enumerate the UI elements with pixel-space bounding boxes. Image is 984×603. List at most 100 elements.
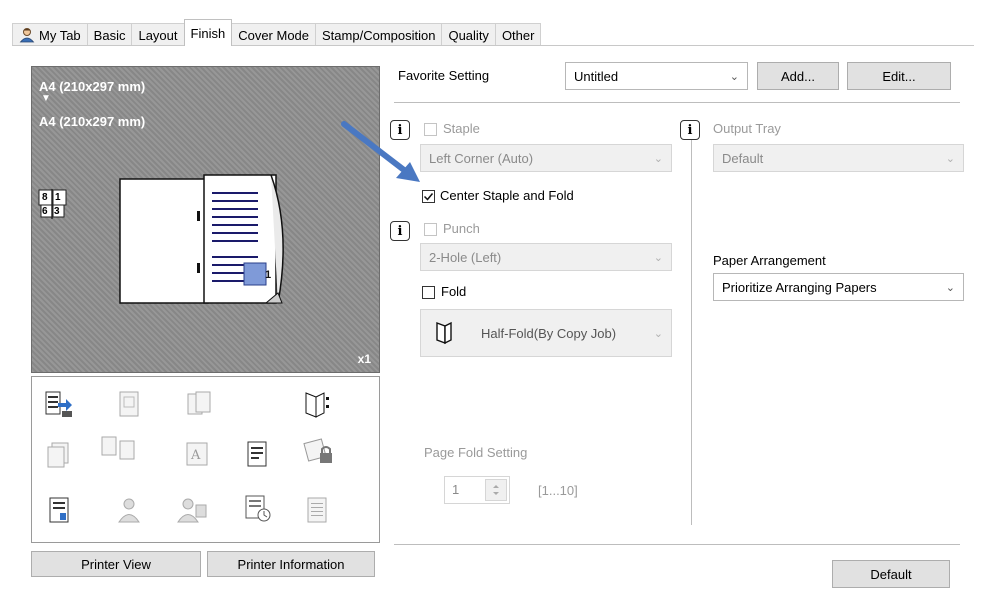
add-label: Add... — [781, 68, 815, 84]
tab-layout[interactable]: Layout — [131, 23, 185, 46]
copies-count: x1 — [357, 352, 371, 366]
chevron-down-icon: ⌄ — [653, 328, 663, 340]
chevron-down-icon: ⌄ — [945, 282, 955, 294]
edit-favorite-button[interactable]: Edit... — [847, 62, 951, 90]
page-fold-stepper[interactable]: 1 — [444, 476, 510, 504]
secure-print-icon[interactable] — [302, 437, 336, 467]
punch-label: Punch — [443, 221, 480, 236]
default-label: Default — [870, 566, 912, 582]
multi-page-icon[interactable] — [100, 435, 140, 465]
fold-label: Fold — [441, 284, 467, 299]
column-separator — [691, 138, 692, 525]
punch-info-icon[interactable]: i — [390, 221, 410, 241]
tab-quality[interactable]: Quality — [441, 23, 496, 46]
default-button[interactable]: Default — [832, 560, 950, 588]
tab-stamp-composition[interactable]: Stamp/Composition — [315, 23, 443, 46]
staple-value: Left Corner (Auto) — [429, 150, 534, 166]
tab-cover-mode[interactable]: Cover Mode — [231, 23, 317, 46]
fold-book-icon[interactable] — [302, 389, 332, 419]
info-glyph: i — [397, 223, 403, 239]
stacked-pages-icon[interactable] — [302, 495, 332, 525]
output-tray-value: Default — [722, 150, 764, 166]
tab-label: Stamp/Composition — [322, 27, 436, 43]
printer-view-label: Printer View — [81, 556, 151, 572]
document-setting-icon[interactable] — [242, 439, 272, 469]
copy-icon[interactable] — [44, 439, 74, 469]
favorite-setting-value: Untitled — [574, 68, 619, 84]
info-glyph: i — [397, 122, 403, 138]
tab-divider — [12, 45, 974, 46]
center-staple-checkbox[interactable] — [422, 190, 435, 203]
paper-size-bottom: A4 (210x297 mm) — [39, 114, 146, 129]
up-down-arrow-icon — [493, 485, 499, 495]
printer-view-button[interactable]: Printer View — [31, 551, 201, 577]
checkmark-icon — [423, 193, 434, 201]
punch-select[interactable]: 2-Hole (Left) ⌄ — [420, 243, 672, 271]
tab-label: My Tab — [39, 27, 81, 43]
paper-arrangement-value: Prioritize Arranging Papers — [722, 279, 877, 295]
fold-select[interactable]: Half-Fold(By Copy Job) ⌄ — [420, 309, 672, 357]
fold-value: Half-Fold(By Copy Job) — [481, 325, 617, 341]
text-overlay-icon[interactable]: A — [184, 439, 214, 469]
favorite-setting-select[interactable]: Untitled ⌄ — [565, 62, 748, 90]
staple-select[interactable]: Left Corner (Auto) ⌄ — [420, 144, 672, 172]
page-number: 1 — [55, 192, 61, 203]
staple-info-icon[interactable]: i — [390, 120, 410, 140]
tab-basic[interactable]: Basic — [86, 23, 133, 46]
annotation-arrow-icon — [341, 121, 420, 182]
tab-label: Basic — [93, 27, 126, 43]
tab-label: Quality — [448, 27, 489, 43]
edit-label: Edit... — [882, 68, 916, 84]
page-fold-setting-label: Page Fold Setting — [424, 445, 528, 460]
chevron-down-icon: ⌄ — [653, 153, 663, 165]
punch-value: 2-Hole (Left) — [429, 249, 502, 265]
printer-information-label: Printer Information — [237, 556, 345, 572]
paper-arrangement-select[interactable]: Prioritize Arranging Papers ⌄ — [713, 273, 964, 301]
tab-label: Cover Mode — [238, 27, 310, 43]
chevron-down-icon: ⌄ — [945, 153, 955, 165]
tab-my-tab[interactable]: My Tab — [12, 23, 88, 46]
scheduled-print-icon[interactable] — [242, 493, 272, 523]
paper-size-top: A4 (210x297 mm) — [39, 79, 146, 94]
page-fold-value: 1 — [452, 482, 460, 497]
folded-sheet-preview — [119, 174, 284, 304]
stepper-arrows[interactable] — [485, 479, 507, 501]
paper-feed-icon[interactable] — [44, 389, 74, 419]
output-tray-info-icon[interactable]: i — [680, 120, 700, 140]
center-staple-label: Center Staple and Fold — [440, 188, 574, 203]
duplex-icon[interactable] — [184, 389, 214, 419]
bottom-separator — [394, 544, 960, 545]
feature-icon-panel: A — [31, 376, 380, 543]
output-tray-label: Output Tray — [713, 121, 781, 136]
tab-other[interactable]: Other — [494, 23, 542, 46]
favorite-setting-label: Favorite Setting — [398, 68, 490, 83]
user-auth-icon[interactable] — [114, 495, 144, 525]
tab-label: Layout — [138, 27, 178, 43]
down-arrow-icon: ▼ — [41, 93, 51, 104]
account-track-icon[interactable] — [174, 495, 210, 525]
user-icon — [19, 28, 35, 43]
page-number: 6 — [42, 206, 48, 217]
chevron-down-icon: ⌄ — [653, 252, 663, 264]
tab-finish[interactable]: Finish — [183, 19, 233, 46]
page-layout-icon[interactable] — [114, 389, 144, 419]
paper-arrangement-label: Paper Arrangement — [713, 253, 826, 268]
output-tray-select[interactable]: Default ⌄ — [713, 144, 964, 172]
printer-information-button[interactable]: Printer Information — [207, 551, 375, 577]
top-separator — [394, 102, 960, 103]
sheet-page-number: 1 — [265, 269, 272, 281]
punch-checkbox[interactable] — [424, 223, 437, 236]
print-preview: A4 (210x297 mm) ▼ A4 (210x297 mm) 8 1 6 … — [31, 66, 380, 373]
tab-label: Other — [501, 27, 535, 43]
page-number: 8 — [42, 192, 48, 203]
add-favorite-button[interactable]: Add... — [757, 62, 839, 90]
staple-label: Staple — [443, 121, 480, 136]
svg-text:A: A — [190, 448, 201, 463]
fold-checkbox[interactable] — [422, 286, 435, 299]
info-glyph: i — [687, 122, 693, 138]
staple-checkbox[interactable] — [424, 123, 437, 136]
page-number: 3 — [54, 206, 60, 217]
binding-document-icon[interactable] — [44, 495, 74, 525]
tab-bar: My Tab Basic Layout Finish Cover Mode St… — [12, 19, 542, 46]
tab-label: Finish — [190, 25, 226, 41]
